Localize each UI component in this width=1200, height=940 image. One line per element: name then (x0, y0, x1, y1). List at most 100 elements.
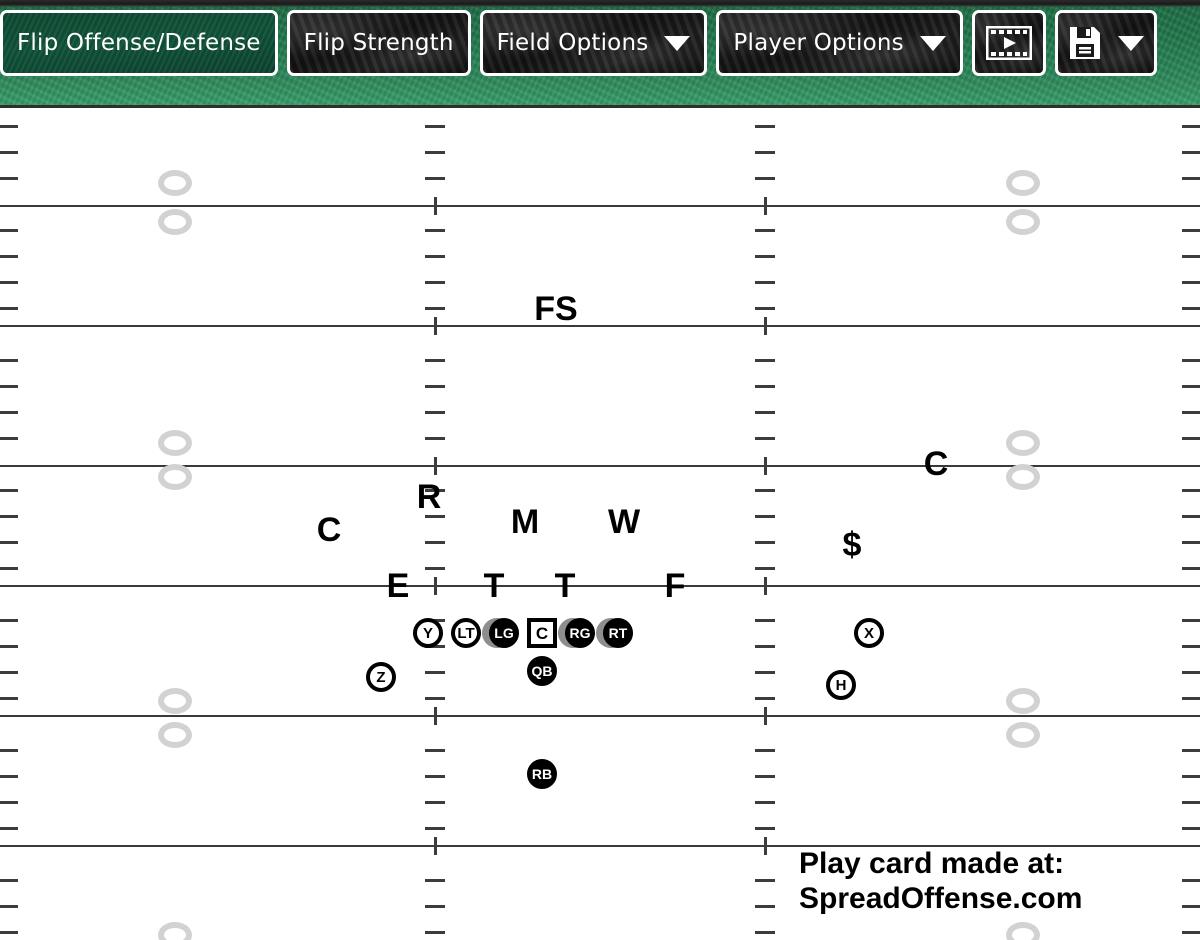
hash-mark (755, 827, 775, 830)
sideline-hash-mark (0, 281, 18, 284)
toolbar-button-flip-strength[interactable]: Flip Strength (286, 10, 471, 76)
toolbar-top-strip (0, 0, 1200, 7)
sideline-hash-mark (1182, 307, 1200, 310)
defender-end-left[interactable]: E (387, 569, 410, 603)
yard-number (158, 688, 192, 714)
sideline-hash-mark (1182, 697, 1200, 700)
sideline-hash-mark (1182, 411, 1200, 414)
hash-tick (764, 457, 767, 475)
defender-free-safety[interactable]: FS (534, 292, 577, 326)
hash-mark (425, 229, 445, 232)
hash-mark (425, 385, 445, 388)
offense-player-lg[interactable]: LG (489, 618, 519, 648)
toolbar-button-label: Player Options (733, 30, 904, 56)
sideline-hash-mark (0, 697, 18, 700)
sideline-hash-mark (0, 489, 18, 492)
sideline-hash-mark (1182, 671, 1200, 674)
hash-mark (755, 775, 775, 778)
defender-tackle-right[interactable]: T (555, 569, 576, 603)
offense-player-rg[interactable]: RG (565, 618, 595, 648)
hash-mark (755, 151, 775, 154)
field-canvas[interactable]: FS C R C M W $ E T T F Y LT LG C RG RT X Z QB H RB Play card… (0, 105, 1200, 940)
defender-end-right[interactable]: F (665, 569, 686, 603)
sideline-hash-mark (1182, 437, 1200, 440)
sideline-hash-mark (1182, 619, 1200, 622)
offense-player-qb[interactable]: QB (527, 656, 557, 686)
offense-player-x[interactable]: X (854, 618, 884, 648)
hash-mark (755, 307, 775, 310)
defender-corner-left[interactable]: C (317, 513, 342, 547)
yard-line (0, 205, 1200, 207)
sideline-hash-mark (0, 125, 18, 128)
hash-mark (755, 749, 775, 752)
offense-player-h[interactable]: H (826, 670, 856, 700)
floppy-save-icon (1069, 27, 1100, 59)
hash-tick (764, 707, 767, 725)
defender-rover[interactable]: R (417, 480, 442, 514)
sideline-hash-mark (0, 749, 18, 752)
hash-mark (755, 177, 775, 180)
hash-tick (434, 837, 437, 855)
play-animation-button[interactable] (971, 10, 1046, 76)
hash-mark (425, 541, 445, 544)
sideline-hash-mark (1182, 801, 1200, 804)
sideline-hash-mark (0, 255, 18, 258)
hash-mark (755, 879, 775, 882)
hash-mark (425, 255, 445, 258)
hash-mark (425, 567, 445, 570)
hash-mark (755, 931, 775, 934)
offense-player-rb[interactable]: RB (527, 759, 557, 789)
defender-strong-safety[interactable]: $ (843, 528, 862, 562)
offense-player-lt[interactable]: LT (451, 618, 481, 648)
sideline-hash-mark (1182, 879, 1200, 882)
offense-player-y[interactable]: Y (413, 618, 443, 648)
toolbar-button-label: Flip Offense/Defense (17, 30, 261, 56)
hash-tick (764, 317, 767, 335)
defender-corner-right[interactable]: C (924, 447, 949, 481)
offense-player-c[interactable]: C (527, 618, 557, 648)
sideline-hash-mark (0, 411, 18, 414)
sideline-hash-mark (0, 151, 18, 154)
sideline-hash-mark (0, 385, 18, 388)
toolbar-button-field-options[interactable]: Field Options (479, 10, 708, 76)
hash-mark (755, 697, 775, 700)
yard-line (0, 715, 1200, 717)
hash-tick (434, 707, 437, 725)
sideline-hash-mark (0, 827, 18, 830)
hash-tick (434, 457, 437, 475)
sideline-hash-mark (1182, 827, 1200, 830)
sideline-hash-mark (1182, 515, 1200, 518)
save-button[interactable] (1054, 10, 1157, 76)
hash-tick (764, 837, 767, 855)
defender-tackle-left[interactable]: T (484, 569, 505, 603)
sideline-hash-mark (0, 775, 18, 778)
yard-number (1006, 722, 1040, 748)
toolbar-button-flip-offense-defense[interactable]: Flip Offense/Defense (0, 10, 278, 76)
hash-tick (434, 577, 437, 595)
toolbar: Flip Offense/Defense Flip Strength Field O… (0, 0, 1200, 105)
sideline-hash-mark (0, 177, 18, 180)
yard-number (1006, 922, 1040, 940)
yard-number (158, 922, 192, 940)
hash-mark (755, 359, 775, 362)
toolbar-button-player-options[interactable]: Player Options (716, 10, 963, 76)
defender-mike[interactable]: M (511, 505, 539, 539)
hash-mark (425, 697, 445, 700)
hash-mark (425, 307, 445, 310)
offense-player-z[interactable]: Z (366, 662, 396, 692)
hash-tick (434, 317, 437, 335)
hash-mark (425, 905, 445, 908)
hash-mark (425, 281, 445, 284)
hash-mark (425, 879, 445, 882)
chevron-down-icon (664, 35, 691, 51)
sideline-hash-mark (1182, 177, 1200, 180)
yard-line (0, 585, 1200, 587)
hash-mark (755, 385, 775, 388)
sideline-hash-mark (0, 879, 18, 882)
defender-will[interactable]: W (608, 505, 640, 539)
yard-number (158, 209, 192, 235)
hash-mark (755, 281, 775, 284)
sideline-hash-mark (1182, 645, 1200, 648)
sideline-hash-mark (1182, 385, 1200, 388)
offense-player-rt[interactable]: RT (603, 618, 633, 648)
